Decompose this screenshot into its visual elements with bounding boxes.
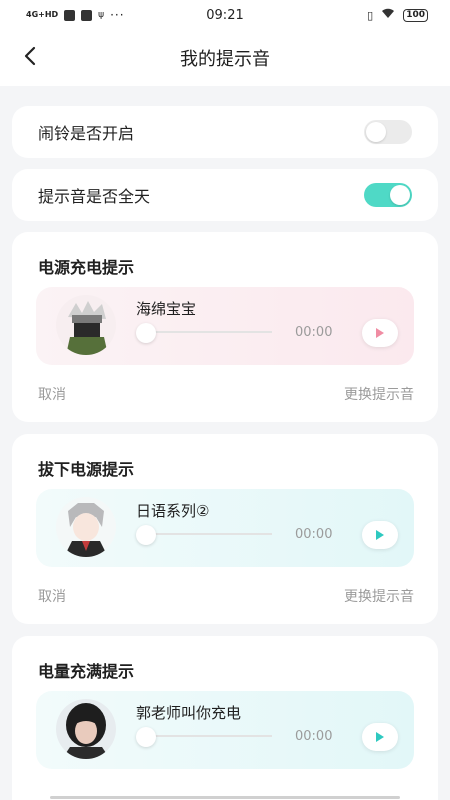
chevron-left-icon	[23, 46, 37, 70]
charging-tone-card: 电源充电提示 海绵宝宝 00:00 取消 更换提示音	[12, 232, 438, 422]
status-icons-right: ▯ 100	[367, 8, 428, 22]
vibrate-icon: ▯	[367, 8, 374, 22]
progress-handle[interactable]	[136, 323, 156, 343]
sound-name: 日语系列②	[136, 502, 210, 520]
avatar	[56, 699, 116, 759]
usb-icon: ψ	[98, 10, 105, 20]
playback-time: 00:00	[295, 729, 333, 744]
sound-player: 海绵宝宝 00:00	[36, 287, 414, 365]
sound-name: 郭老师叫你充电	[136, 704, 242, 722]
app-notification-icon	[81, 9, 93, 21]
progress-track[interactable]	[138, 331, 272, 333]
alarm-toggle-row: 闹铃是否开启	[12, 106, 438, 158]
page-title: 我的提示音	[180, 49, 270, 70]
notification-icon	[64, 9, 76, 21]
play-icon	[376, 732, 384, 742]
sound-player: 郭老师叫你充电 00:00	[36, 691, 414, 769]
status-bar: 4G+HD ψ ··· 09:21 ▯ 100	[0, 0, 450, 30]
network-indicator: 4G+HD	[26, 10, 59, 19]
more-notifications-icon: ···	[110, 8, 125, 22]
progress-handle[interactable]	[136, 727, 156, 747]
playback-time: 00:00	[295, 325, 333, 340]
allday-toggle-row: 提示音是否全天	[12, 169, 438, 221]
play-icon	[376, 530, 384, 540]
cancel-button[interactable]: 取消	[38, 586, 66, 606]
page-header: 我的提示音	[0, 30, 450, 86]
avatar	[56, 497, 116, 557]
progress-handle[interactable]	[136, 525, 156, 545]
section-title: 电量充满提示	[38, 662, 135, 681]
section-title: 电源充电提示	[38, 258, 135, 277]
fullcharge-tone-card: 电量充满提示 郭老师叫你充电 00:00	[12, 636, 438, 800]
allday-toggle-switch[interactable]	[364, 183, 412, 207]
back-button[interactable]	[14, 40, 46, 76]
change-tone-button[interactable]: 更换提示音	[344, 384, 414, 404]
unplug-tone-card: 拔下电源提示 日语系列② 00:00 取消 更换提示音	[12, 434, 438, 624]
wifi-icon	[381, 8, 395, 22]
progress-track[interactable]	[138, 735, 272, 737]
avatar	[56, 295, 116, 355]
change-tone-button[interactable]: 更换提示音	[344, 586, 414, 606]
play-button[interactable]	[362, 521, 398, 549]
battery-indicator: 100	[403, 8, 428, 22]
playback-time: 00:00	[295, 527, 333, 542]
progress-track[interactable]	[138, 533, 272, 535]
alarm-toggle-label: 闹铃是否开启	[38, 124, 135, 143]
section-title: 拔下电源提示	[38, 460, 135, 479]
sound-player: 日语系列② 00:00	[36, 489, 414, 567]
status-time: 09:21	[206, 7, 244, 23]
alarm-toggle-switch[interactable]	[364, 120, 412, 144]
toggle-knob	[390, 185, 410, 205]
toggle-knob	[366, 122, 386, 142]
play-button[interactable]	[362, 723, 398, 751]
allday-toggle-label: 提示音是否全天	[38, 187, 151, 206]
cancel-button[interactable]: 取消	[38, 384, 66, 404]
status-icons-left: 4G+HD ψ ···	[26, 8, 125, 22]
play-icon	[376, 328, 384, 338]
sound-name: 海绵宝宝	[136, 300, 197, 318]
scroll-indicator	[50, 796, 400, 799]
play-button[interactable]	[362, 319, 398, 347]
